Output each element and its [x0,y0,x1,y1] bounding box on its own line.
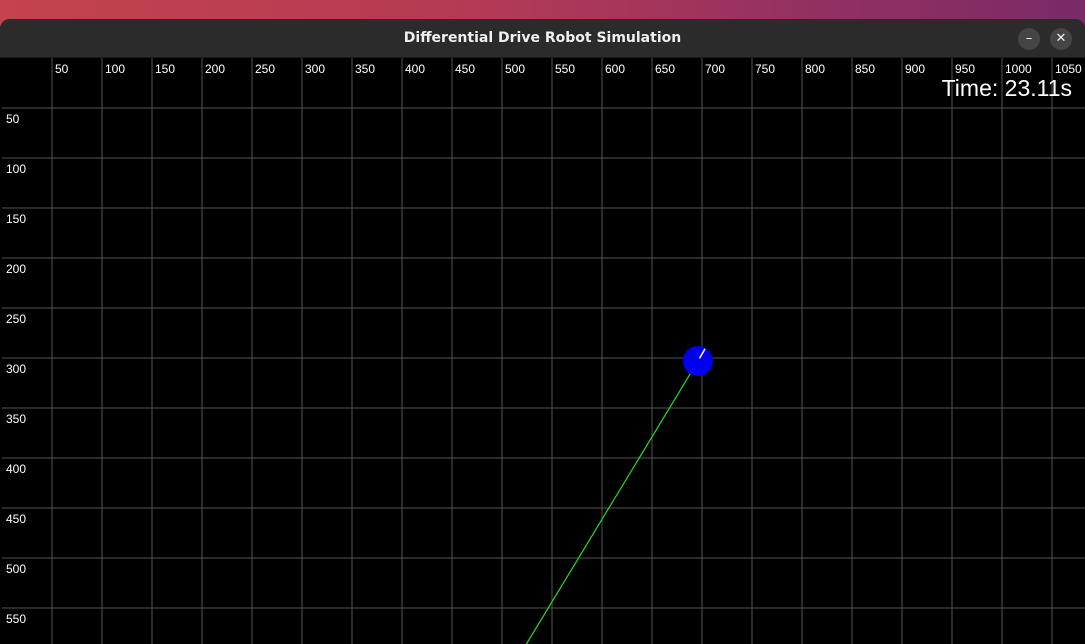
robot-body [683,346,713,376]
close-button[interactable]: ✕ [1050,28,1072,50]
window-title: Differential Drive Robot Simulation [403,30,682,46]
x-tick-label: 850 [855,62,875,76]
x-tick-label: 900 [905,62,925,76]
x-tick-label: 250 [255,62,275,76]
x-tick-label: 700 [705,62,725,76]
minimize-button[interactable]: – [1018,28,1040,50]
y-tick-label: 500 [6,562,26,576]
robot-trail [525,360,699,644]
x-tick-label: 600 [605,62,625,76]
x-tick-label: 550 [555,62,575,76]
y-tick-label: 200 [6,262,26,276]
y-tick-label: 450 [6,512,26,526]
x-tick-label: 650 [655,62,675,76]
x-tick-label: 1000 [1005,62,1032,76]
x-tick-label: 200 [205,62,225,76]
x-tick-label: 800 [805,62,825,76]
time-readout: Time: 23.11s [941,75,1072,101]
x-tick-label: 400 [405,62,425,76]
x-tick-label: 500 [505,62,525,76]
title-bar[interactable]: Differential Drive Robot Simulation – ✕ [0,19,1085,58]
y-tick-label: 250 [6,312,26,326]
simulation-view: 50 100 150 200 250 300 350 400 450 500 550 600 650 70… [2,58,1085,644]
y-tick-label: 150 [6,212,26,226]
y-tick-label: 400 [6,462,26,476]
x-tick-label: 50 [55,62,69,76]
x-tick-label: 150 [155,62,175,76]
x-tick-label: 1050 [1055,62,1082,76]
x-tick-label: 100 [105,62,125,76]
x-tick-label: 450 [455,62,475,76]
simulation-canvas: 50 100 150 200 250 300 350 400 450 500 550 600 650 70… [2,58,1085,644]
y-tick-label: 50 [6,112,20,126]
y-tick-label: 350 [6,412,26,426]
x-tick-label: 950 [955,62,975,76]
x-tick-label: 350 [355,62,375,76]
y-tick-label: 100 [6,162,26,176]
app-window: Differential Drive Robot Simulation – ✕ … [0,19,1085,644]
x-tick-label: 750 [755,62,775,76]
y-tick-label: 550 [6,612,26,626]
x-tick-label: 300 [305,62,325,76]
y-tick-label: 300 [6,362,26,376]
